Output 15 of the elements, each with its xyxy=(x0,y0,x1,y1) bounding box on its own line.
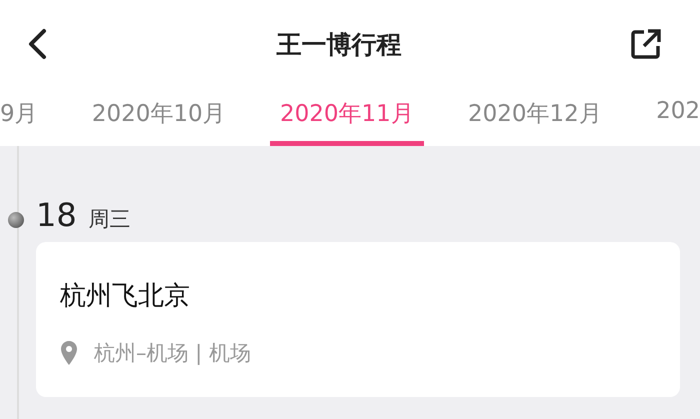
weekday: 周三 xyxy=(88,206,131,233)
back-icon[interactable] xyxy=(26,28,48,60)
event-title: 杭州飞北京 xyxy=(60,280,191,313)
page-title: 王一博行程 xyxy=(276,28,402,60)
timeline-dot xyxy=(8,212,24,228)
month-tab[interactable]: 2020年12月 xyxy=(458,88,612,146)
event-card[interactable]: 杭州飞北京 杭州–机场 | 机场 xyxy=(36,242,680,397)
event-location: 杭州–机场 | 机场 xyxy=(94,340,251,367)
month-tab[interactable]: 2020年11月 xyxy=(270,88,424,146)
month-tab[interactable]: 2020年10月 xyxy=(82,88,236,146)
share-icon[interactable] xyxy=(630,28,662,60)
month-tab[interactable]: 9月 xyxy=(0,88,48,146)
day-number: 18 xyxy=(36,196,77,234)
location-pin-icon xyxy=(60,340,78,366)
month-tab[interactable]: 202 xyxy=(646,88,700,146)
